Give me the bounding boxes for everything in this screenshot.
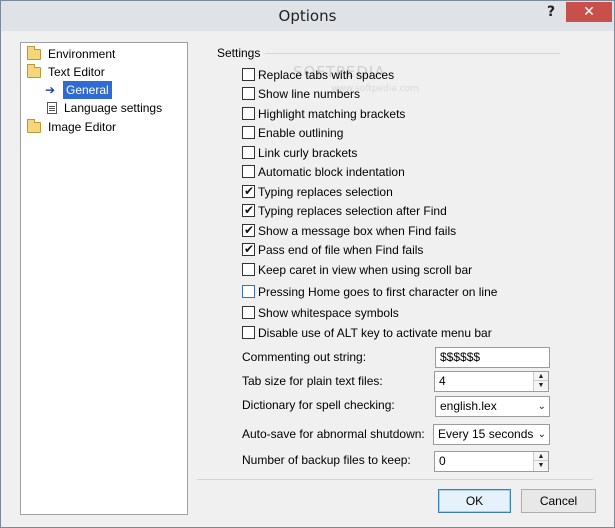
window-title: Options <box>278 7 337 25</box>
checkbox[interactable] <box>242 222 255 238</box>
document-icon <box>47 102 57 114</box>
checkbox-label: Automatic block indentation <box>258 165 405 179</box>
close-button[interactable]: ✕ <box>566 2 612 22</box>
arrow-right-icon: ➔ <box>45 83 56 97</box>
checkbox[interactable] <box>242 126 255 139</box>
tab-size-value: 4 <box>439 374 446 388</box>
checkbox[interactable] <box>242 202 255 218</box>
checkbox[interactable] <box>242 68 255 81</box>
dictionary-value: english.lex <box>440 399 497 413</box>
category-tree[interactable]: Environment Text Editor ➔ General Langua… <box>20 42 188 515</box>
help-button[interactable]: ? <box>540 4 562 24</box>
spin-down-icon[interactable]: ▼ <box>534 381 548 390</box>
checkbox[interactable] <box>242 263 255 276</box>
folder-open-icon <box>27 64 41 78</box>
checkbox[interactable] <box>242 146 255 159</box>
group-divider <box>265 53 560 54</box>
chevron-down-icon[interactable]: ⌄ <box>538 425 546 444</box>
spin-down-icon[interactable]: ▼ <box>534 461 548 470</box>
checkbox-label: Replace tabs with spaces <box>258 68 395 82</box>
checkbox[interactable] <box>242 326 255 339</box>
tab-size-label: Tab size for plain text files: <box>242 374 383 388</box>
checkbox-label: Show a message box when Find fails <box>258 224 457 238</box>
checkbox-label: Typing replaces selection <box>258 185 393 199</box>
ok-button[interactable]: OK <box>438 489 511 513</box>
backups-value: 0 <box>439 454 446 468</box>
commenting-label: Commenting out string: <box>242 350 367 364</box>
checkbox-label: Typing replaces selection after Find <box>258 204 447 218</box>
autosave-label: Auto-save for abnormal shutdown: <box>242 427 425 441</box>
checkbox-label: Link curly brackets <box>258 146 358 160</box>
folder-icon <box>27 119 41 133</box>
autosave-value: Every 15 seconds <box>438 427 534 441</box>
tree-item-label: General <box>63 81 112 99</box>
tree-item-label: Image Editor <box>48 120 117 134</box>
cancel-button[interactable]: Cancel <box>521 489 596 513</box>
checkbox[interactable] <box>242 107 255 120</box>
checkbox[interactable] <box>242 285 255 298</box>
checkbox-label: Disable use of ALT key to activate menu … <box>258 326 492 340</box>
checkbox-label: Pressing Home goes to first character on… <box>258 285 498 299</box>
options-dialog: Options ? ✕ Environment Text Editor ➔ Ge… <box>0 0 615 528</box>
dictionary-select[interactable]: english.lex ⌄ <box>435 396 550 417</box>
tree-item-label: Language settings <box>64 101 163 115</box>
folder-icon <box>27 46 41 60</box>
checkbox[interactable] <box>242 306 255 319</box>
checkbox[interactable] <box>242 87 255 100</box>
checkbox-label: Keep caret in view when using scroll bar <box>258 263 473 277</box>
checkbox[interactable] <box>242 183 255 199</box>
settings-group-label: Settings <box>217 46 263 60</box>
checkbox-label: Highlight matching brackets <box>258 107 406 121</box>
checkbox-label: Show line numbers <box>258 87 361 101</box>
title-bar: Options ? ✕ <box>1 1 614 31</box>
divider <box>197 479 593 480</box>
tab-size-stepper[interactable]: 4 ▲ ▼ <box>434 371 549 392</box>
chevron-down-icon[interactable]: ⌄ <box>538 397 546 416</box>
autosave-select[interactable]: Every 15 seconds ⌄ <box>433 424 550 445</box>
checkbox-label: Pass end of file when Find fails <box>258 243 424 257</box>
checkbox-label: Enable outlining <box>258 126 344 140</box>
checkbox[interactable] <box>242 241 255 257</box>
backups-label: Number of backup files to keep: <box>242 453 411 467</box>
commenting-input[interactable]: $$$$$$ <box>435 347 550 368</box>
backups-stepper[interactable]: 0 ▲ ▼ <box>434 451 549 472</box>
checkbox-label: Show whitespace symbols <box>258 306 399 320</box>
checkbox[interactable] <box>242 165 255 178</box>
spin-up-icon[interactable]: ▲ <box>534 452 548 461</box>
spinner[interactable]: ▲ ▼ <box>533 452 548 471</box>
dictionary-label: Dictionary for spell checking: <box>242 398 395 412</box>
tree-item-label: Environment <box>48 47 116 61</box>
tree-item-label: Text Editor <box>48 65 105 79</box>
spinner[interactable]: ▲ ▼ <box>533 372 548 391</box>
spin-up-icon[interactable]: ▲ <box>534 372 548 381</box>
